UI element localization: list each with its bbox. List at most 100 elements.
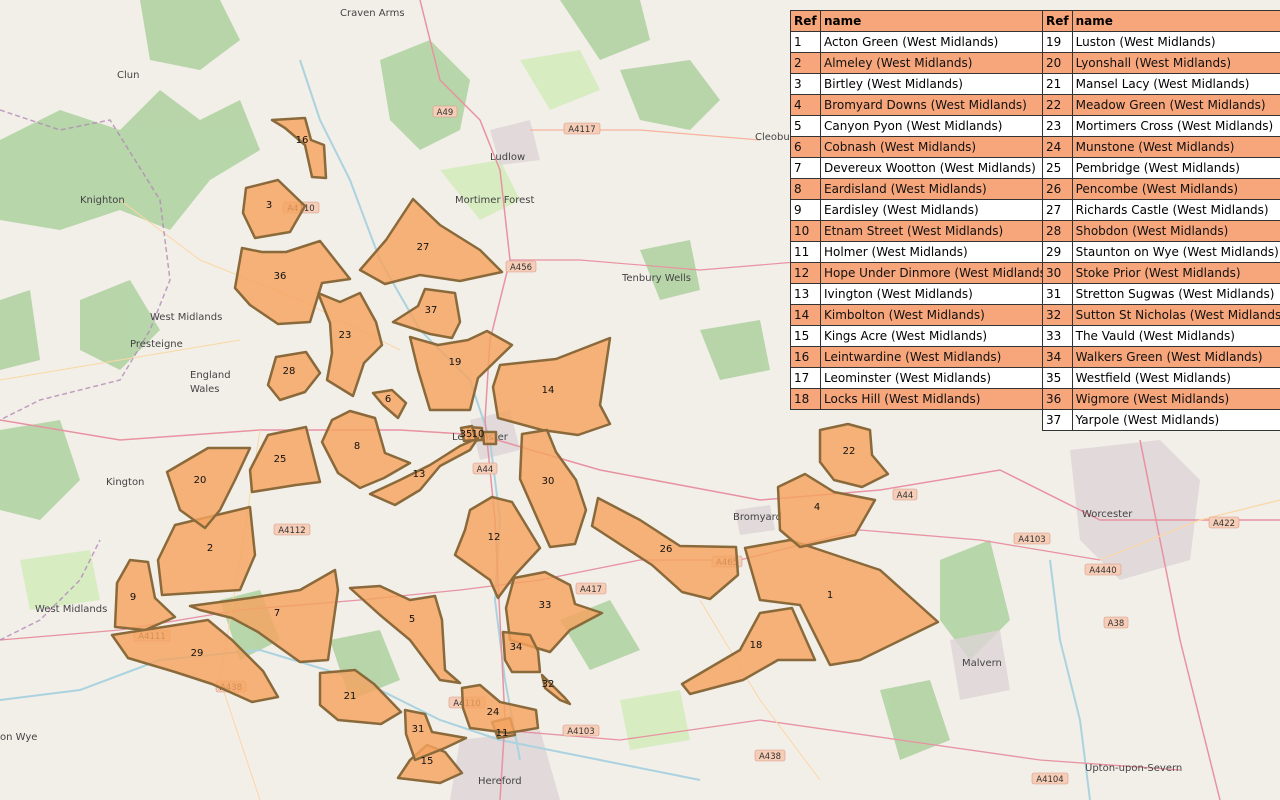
legend-row: 9 Eardisley (West Midlands): [790, 199, 1055, 221]
legend-ref-cell: 18: [790, 388, 821, 410]
legend-ref-cell: 37: [1042, 409, 1073, 431]
legend-name-cell: Meadow Green (West Midlands): [1071, 94, 1280, 116]
legend-ref-cell: 16: [790, 346, 821, 368]
place-label: Kington: [106, 477, 144, 488]
legend-name-cell: Ivington (West Midlands): [820, 283, 1055, 305]
legend-ref-cell: 22: [1042, 94, 1073, 116]
place-label: Clun: [117, 70, 139, 81]
road-label: A438: [759, 752, 781, 762]
legend-name-cell: Kings Acre (West Midlands): [820, 325, 1055, 347]
legend-row: 35 Westfield (West Midlands): [1042, 367, 1280, 389]
area-label-20: 20: [194, 475, 207, 486]
legend-name-cell: Luston (West Midlands): [1071, 31, 1280, 53]
legend-ref-cell: 2: [790, 52, 821, 74]
area-label-35: 35: [460, 429, 473, 440]
legend-ref-cell: 9: [790, 199, 821, 221]
legend-ref-cell: 24: [1042, 136, 1073, 158]
area-label-26: 26: [660, 544, 673, 555]
legend-row: 32 Sutton St Nicholas (West Midlands): [1042, 304, 1280, 326]
legend-name-cell: Richards Castle (West Midlands): [1071, 199, 1280, 221]
legend-row: 36 Wigmore (West Midlands): [1042, 388, 1280, 410]
legend-row: 15 Kings Acre (West Midlands): [790, 325, 1055, 347]
legend-ref-cell: 35: [1042, 367, 1073, 389]
legend-ref-cell: 23: [1042, 115, 1073, 137]
legend-row: 18 Locks Hill (West Midlands): [790, 388, 1055, 410]
legend-row: 19 Luston (West Midlands): [1042, 31, 1280, 53]
legend-table-right: Ref name 19 Luston (West Midlands) 20 Lyons…: [1042, 10, 1280, 431]
legend-name-cell: Etnam Street (West Midlands): [820, 220, 1055, 242]
area-label-15: 15: [421, 756, 434, 767]
area-label-13: 13: [413, 469, 426, 480]
legend-row: 6 Cobnash (West Midlands): [790, 136, 1055, 158]
area-label-11: 11: [496, 728, 509, 739]
area-label-16: 16: [296, 135, 309, 146]
road-label: A417: [580, 585, 602, 595]
legend-ref-cell: 4: [790, 94, 821, 116]
place-label: Malvern: [962, 658, 1002, 669]
legend-ref-cell: 15: [790, 325, 821, 347]
legend-ref-cell: 30: [1042, 262, 1073, 284]
legend-row: 22 Meadow Green (West Midlands): [1042, 94, 1280, 116]
legend-row: 2 Almeley (West Midlands): [790, 52, 1055, 74]
legend-name-cell: Walkers Green (West Midlands): [1071, 346, 1280, 368]
legend-row: 7 Devereux Wootton (West Midlands): [790, 157, 1055, 179]
road-label: A38: [1108, 619, 1125, 629]
legend-row: 12 Hope Under Dinmore (West Midlands): [790, 262, 1055, 284]
legend-name-cell: Bromyard Downs (West Midlands): [820, 94, 1055, 116]
name-column-header: name: [820, 10, 1055, 32]
legend-name-cell: Staunton on Wye (West Midlands): [1071, 241, 1280, 263]
legend-row: 5 Canyon Pyon (West Midlands): [790, 115, 1055, 137]
area-label-30: 30: [542, 476, 555, 487]
legend-table-left: Ref name 1 Acton Green (West Midlands) 2 Al…: [790, 10, 1055, 410]
area-label-4: 4: [814, 502, 820, 513]
road-label: A4103: [567, 727, 594, 737]
area-label-33: 33: [539, 600, 552, 611]
ref-column-header: Ref: [790, 10, 821, 32]
legend-row: 31 Stretton Sugwas (West Midlands): [1042, 283, 1280, 305]
legend-row: 37 Yarpole (West Midlands): [1042, 409, 1280, 431]
legend-row: 25 Pembridge (West Midlands): [1042, 157, 1280, 179]
legend-row: 13 Ivington (West Midlands): [790, 283, 1055, 305]
place-label: England: [190, 370, 231, 381]
legend-name-cell: Mortimers Cross (West Midlands): [1071, 115, 1280, 137]
legend-row: 20 Lyonshall (West Midlands): [1042, 52, 1280, 74]
legend-ref-cell: 1: [790, 31, 821, 53]
area-label-5: 5: [409, 614, 415, 625]
place-label: West Midlands: [35, 604, 107, 615]
place-label: Mortimer Forest: [455, 195, 535, 206]
legend-ref-cell: 20: [1042, 52, 1073, 74]
road-label: A422: [1213, 519, 1235, 529]
legend-name-cell: Lyonshall (West Midlands): [1071, 52, 1280, 74]
legend-ref-cell: 13: [790, 283, 821, 305]
legend-row: 17 Leominster (West Midlands): [790, 367, 1055, 389]
place-label: on Wye: [0, 732, 37, 743]
area-label-36: 36: [274, 271, 287, 282]
road-label: A456: [510, 263, 532, 273]
legend-name-cell: Eardisland (West Midlands): [820, 178, 1055, 200]
legend-name-cell: Pencombe (West Midlands): [1071, 178, 1280, 200]
legend-name-cell: Cobnash (West Midlands): [820, 136, 1055, 158]
area-label-31: 31: [412, 724, 425, 735]
area-label-2: 2: [207, 543, 213, 554]
legend-ref-cell: 11: [790, 241, 821, 263]
legend-name-cell: Mansel Lacy (West Midlands): [1071, 73, 1280, 95]
area-label-27: 27: [417, 242, 430, 253]
legend-ref-cell: 36: [1042, 388, 1073, 410]
road-label: A44: [897, 491, 914, 501]
legend-row: 29 Staunton on Wye (West Midlands): [1042, 241, 1280, 263]
area-label-19: 19: [449, 357, 462, 368]
place-label: Ludlow: [490, 152, 525, 163]
place-label: Hereford: [478, 776, 522, 787]
legend-ref-cell: 21: [1042, 73, 1073, 95]
legend-ref-cell: 31: [1042, 283, 1073, 305]
legend-row: 33 The Vauld (West Midlands): [1042, 325, 1280, 347]
area-label-6: 6: [385, 394, 391, 405]
legend-name-cell: Kimbolton (West Midlands): [820, 304, 1055, 326]
area-label-8: 8: [354, 441, 360, 452]
legend-name-cell: Birtley (West Midlands): [820, 73, 1055, 95]
place-label: Tenbury Wells: [621, 273, 691, 284]
road-label: A4117: [568, 125, 595, 135]
place-label: Worcester: [1082, 509, 1133, 520]
area-label-24: 24: [487, 707, 500, 718]
place-label: Wales: [190, 384, 220, 395]
